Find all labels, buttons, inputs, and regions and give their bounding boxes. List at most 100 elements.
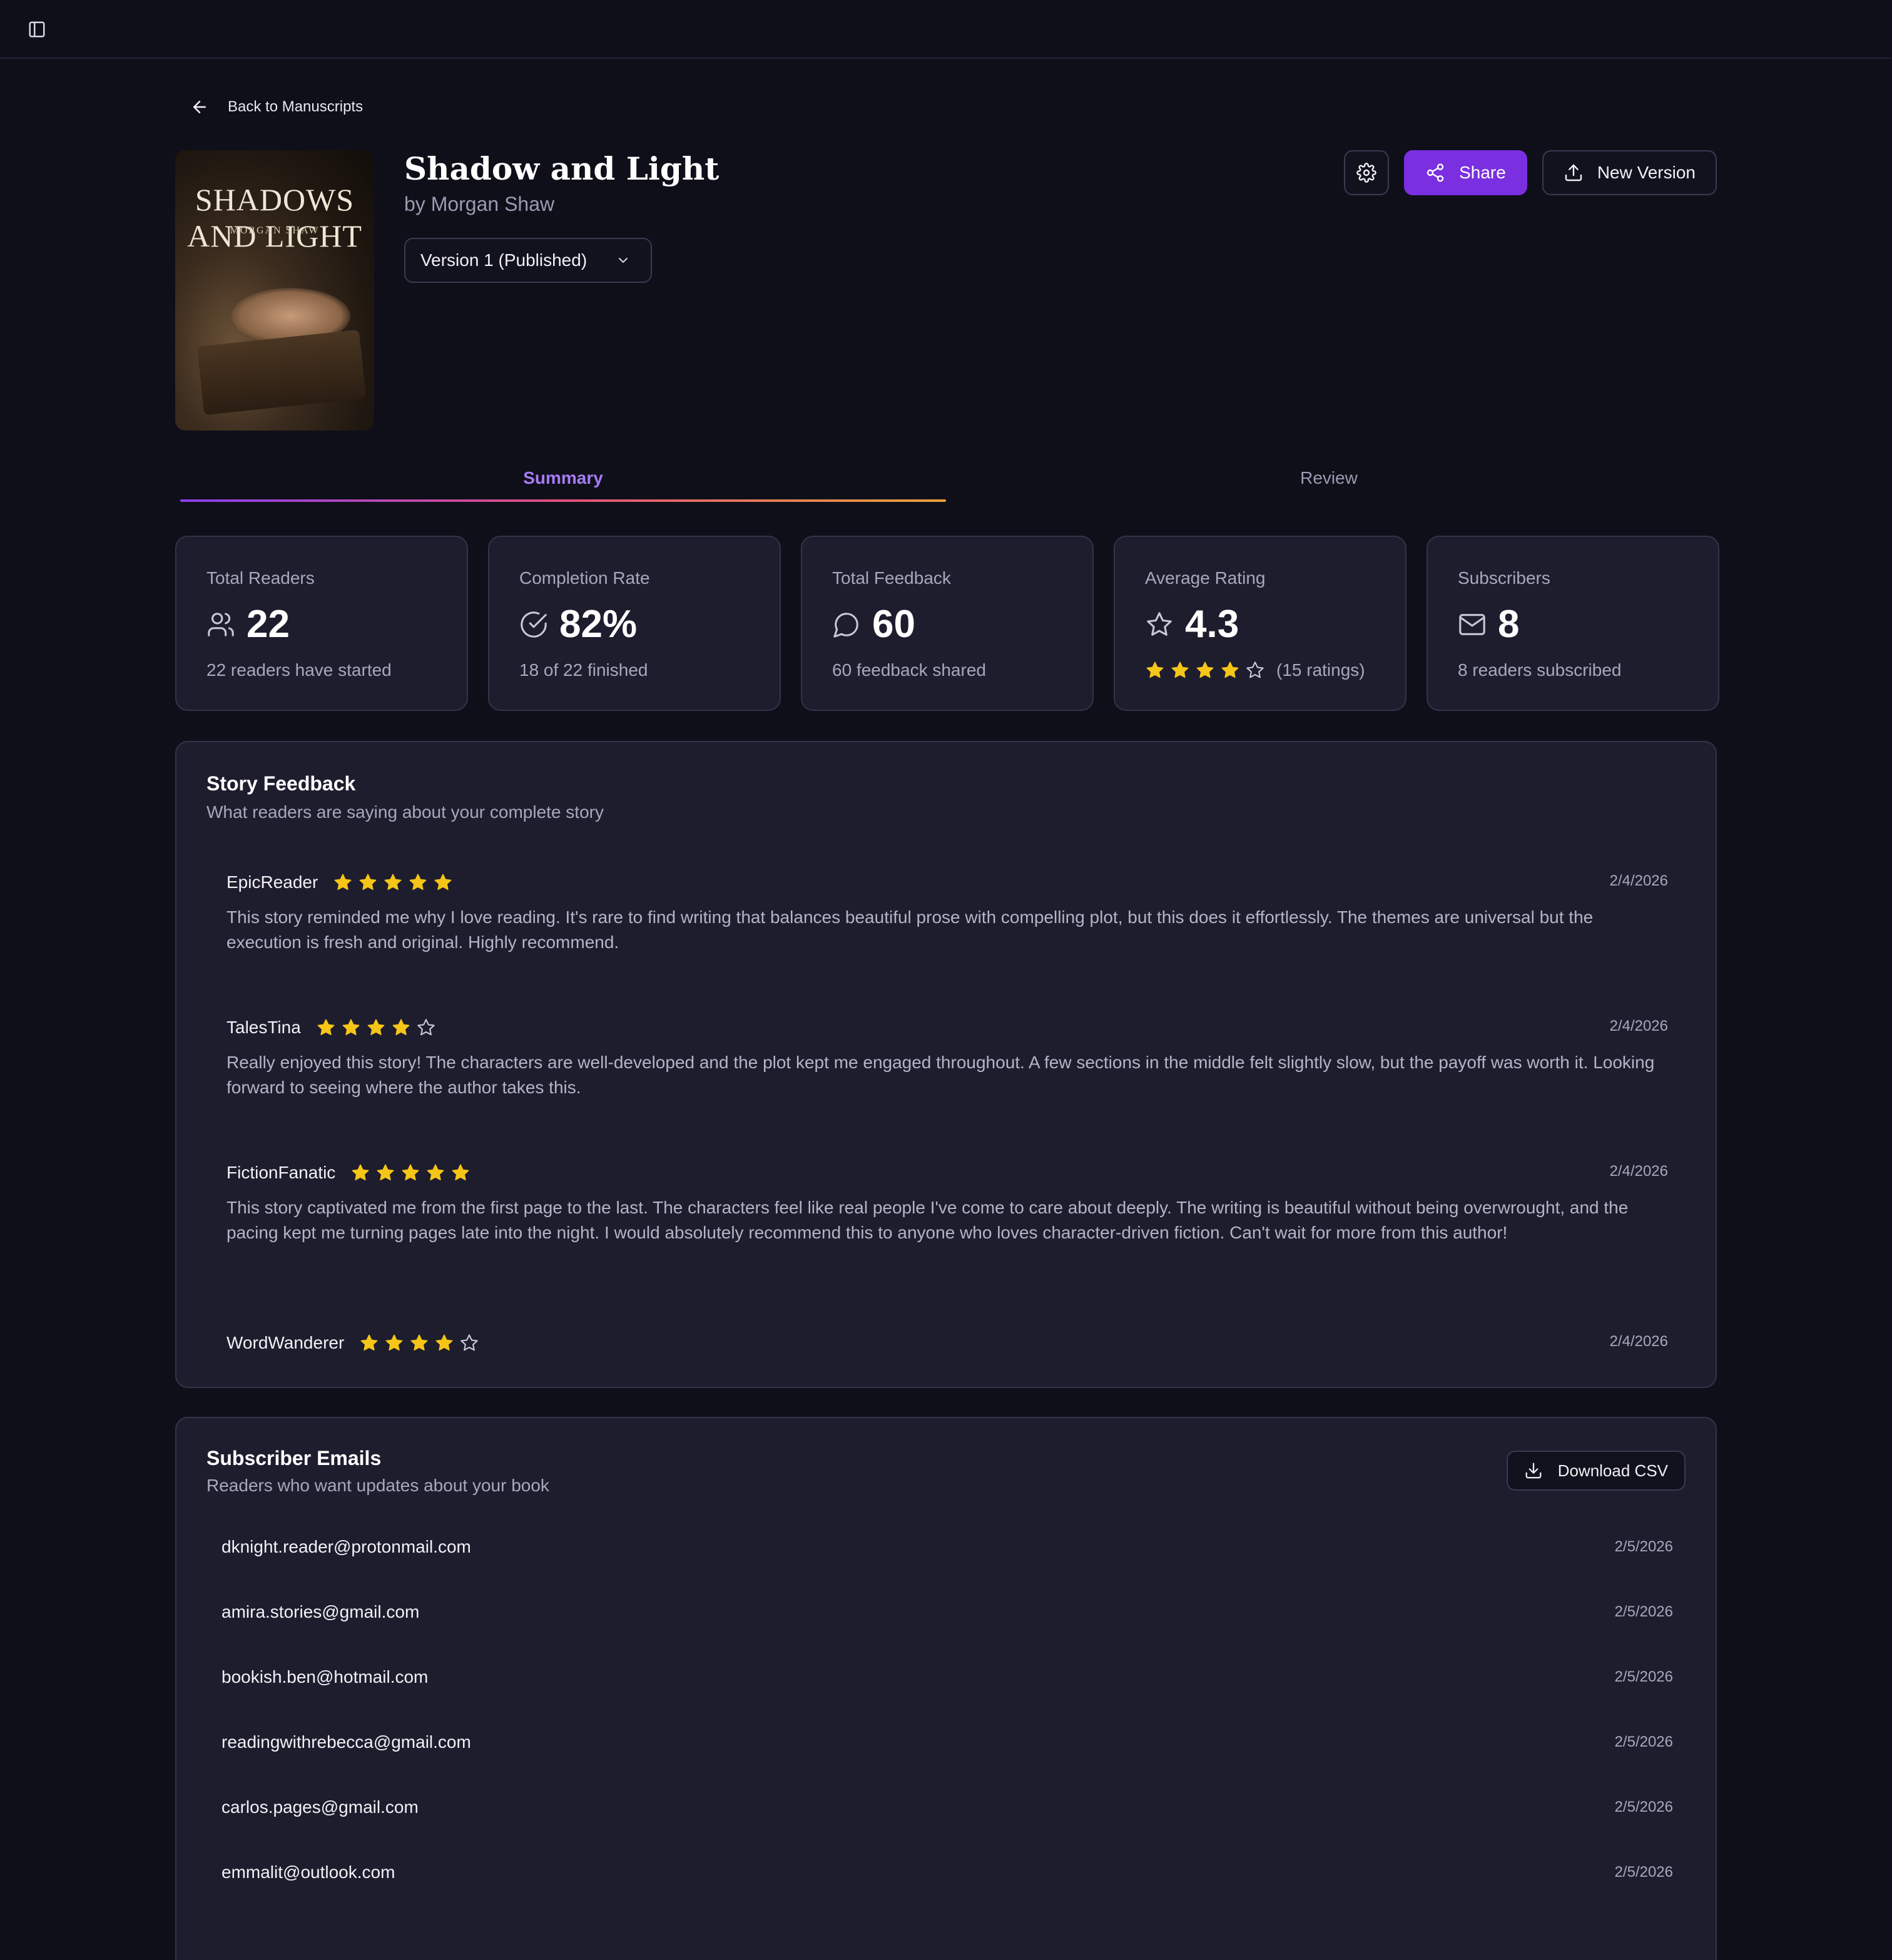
review-date: 2/4/2026 [1609,1018,1668,1034]
subscriber-email: emmalit@outlook.com [221,1862,395,1882]
rating-stars [1145,660,1265,680]
star-empty-icon [1245,660,1265,680]
subscriber-row: amira.stories@gmail.com 2/5/2026 [221,1602,1673,1627]
star-filled-icon [1220,660,1240,680]
star-filled-icon [316,1018,336,1038]
star-filled-icon [341,1018,361,1038]
stat-label: Completion Rate [519,568,650,588]
star-filled-icon [425,1163,445,1183]
version-select-value: Version 1 (Published) [420,250,587,270]
subscriber-row: readingwithrebecca@gmail.com 2/5/2026 [221,1732,1673,1757]
subscriber-row: carlos.pages@gmail.com 2/5/2026 [221,1797,1673,1822]
subscriber-row: dknight.reader@protonmail.com 2/5/2026 [221,1537,1673,1562]
subscriber-email: amira.stories@gmail.com [221,1602,420,1621]
stat-label: Average Rating [1145,568,1266,588]
stat-value: 4.3 [1185,603,1239,646]
download-icon [1525,1462,1542,1479]
new-version-button[interactable]: New Version [1542,150,1717,195]
review-item: FictionFanatic 2/4/2026 This story capti… [226,1163,1668,1245]
tabs: Summary Review [180,468,1712,506]
stat-label: Subscribers [1458,568,1550,588]
subscriber-emails-subtitle: Readers who want updates about your book [206,1476,549,1495]
subscriber-date: 2/5/2026 [1614,1538,1673,1555]
stat-subtext: 18 of 22 finished [519,660,648,680]
reviewer-name: FictionFanatic [226,1163,336,1182]
back-to-manuscripts-link[interactable]: Back to Manuscripts [190,98,363,116]
version-select[interactable]: Version 1 (Published) [404,238,652,283]
star-filled-icon [350,1163,370,1183]
download-csv-button[interactable]: Download CSV [1506,1451,1686,1491]
cover-art-book [196,329,367,416]
share-label: Share [1459,163,1506,182]
stat-label: Total Feedback [832,568,951,588]
cover-author: MORGAN SHAW [230,225,320,236]
book-cover: SHADOWS AND LIGHT MORGAN SHAW [175,150,374,431]
review-item: WordWanderer 2/4/2026 [226,1333,1668,1353]
review-stars [350,1163,470,1183]
subscriber-date: 2/5/2026 [1614,1864,1673,1881]
star-filled-icon [1170,660,1190,680]
review-item: EpicReader 2/4/2026 This story reminded … [226,872,1668,955]
star-filled-icon [1145,660,1165,680]
story-feedback-card: Story Feedback What readers are saying a… [175,741,1717,1388]
subscriber-emails-title: Subscriber Emails [206,1447,382,1469]
back-label: Back to Manuscripts [228,98,364,115]
subscriber-date: 2/5/2026 [1614,1603,1673,1620]
new-version-label: New Version [1597,163,1696,182]
star-filled-icon [359,1333,379,1353]
review-date: 2/4/2026 [1609,1333,1668,1350]
star-filled-icon [383,872,403,892]
stat-value: 8 [1498,603,1520,646]
star-filled-icon [1195,660,1215,680]
gear-icon [1356,163,1376,183]
tab-summary[interactable]: Summary [180,468,946,488]
reviewer-name: TalesTina [226,1018,301,1037]
review-text: This story reminded me why I love readin… [226,907,1594,952]
subscriber-emails-card: Subscriber Emails Readers who want updat… [175,1417,1717,1960]
message-icon [833,612,858,638]
cover-title: SHADOWS AND LIGHT [187,182,362,253]
subscriber-email: readingwithrebecca@gmail.com [221,1732,471,1752]
star-filled-icon [358,872,378,892]
check-circle-icon [521,611,547,638]
star-filled-icon [366,1018,386,1038]
settings-button[interactable] [1344,150,1390,195]
arrow-left-icon [193,101,206,113]
subscriber-email: bookish.ben@hotmail.com [221,1667,429,1687]
ratings-count: (15 ratings) [1276,660,1365,680]
stat-subtext: 8 readers subscribed [1458,660,1622,680]
star-filled-icon [384,1333,404,1353]
review-text: This story captivated me from the first … [226,1198,1629,1242]
share-button[interactable]: Share [1404,150,1527,195]
rating-stars-row: (15 ratings) [1145,660,1375,680]
star-filled-icon [408,872,428,892]
star-filled-icon [433,872,453,892]
mail-icon [1459,613,1485,635]
tab-active-indicator [180,499,946,502]
sidebar-toggle-icon[interactable] [28,20,46,39]
chevron-down-icon [619,258,628,263]
review-text: Really enjoyed this story! The character… [226,1053,1655,1097]
star-empty-icon [459,1333,479,1353]
stat-subtext: 22 readers have started [206,660,392,680]
reviewer-name: WordWanderer [226,1333,345,1352]
stat-value: 60 [872,603,915,646]
star-filled-icon [400,1163,420,1183]
subscriber-email: dknight.reader@protonmail.com [221,1537,471,1556]
header-actions: Share New Version [1344,150,1717,195]
stat-completion-rate: Completion Rate 82% 18 of 22 finished [488,536,781,711]
users-icon [208,612,234,636]
subscriber-date: 2/5/2026 [1614,1668,1673,1685]
tab-review[interactable]: Review [946,468,1712,488]
subscriber-date: 2/5/2026 [1614,1799,1673,1815]
story-feedback-title: Story Feedback [206,772,356,795]
review-stars [333,872,453,892]
stat-subtext: 60 feedback shared [832,660,986,680]
star-filled-icon [375,1163,395,1183]
book-title: Shadow and Light [404,150,720,187]
upload-icon [1565,164,1582,181]
stat-label: Total Readers [206,568,315,588]
stat-average-rating: Average Rating 4.3 (15 ratings) [1114,536,1406,711]
reviewer-name: EpicReader [226,872,318,892]
stat-total-readers: Total Readers 22 22 readers have started [175,536,468,711]
